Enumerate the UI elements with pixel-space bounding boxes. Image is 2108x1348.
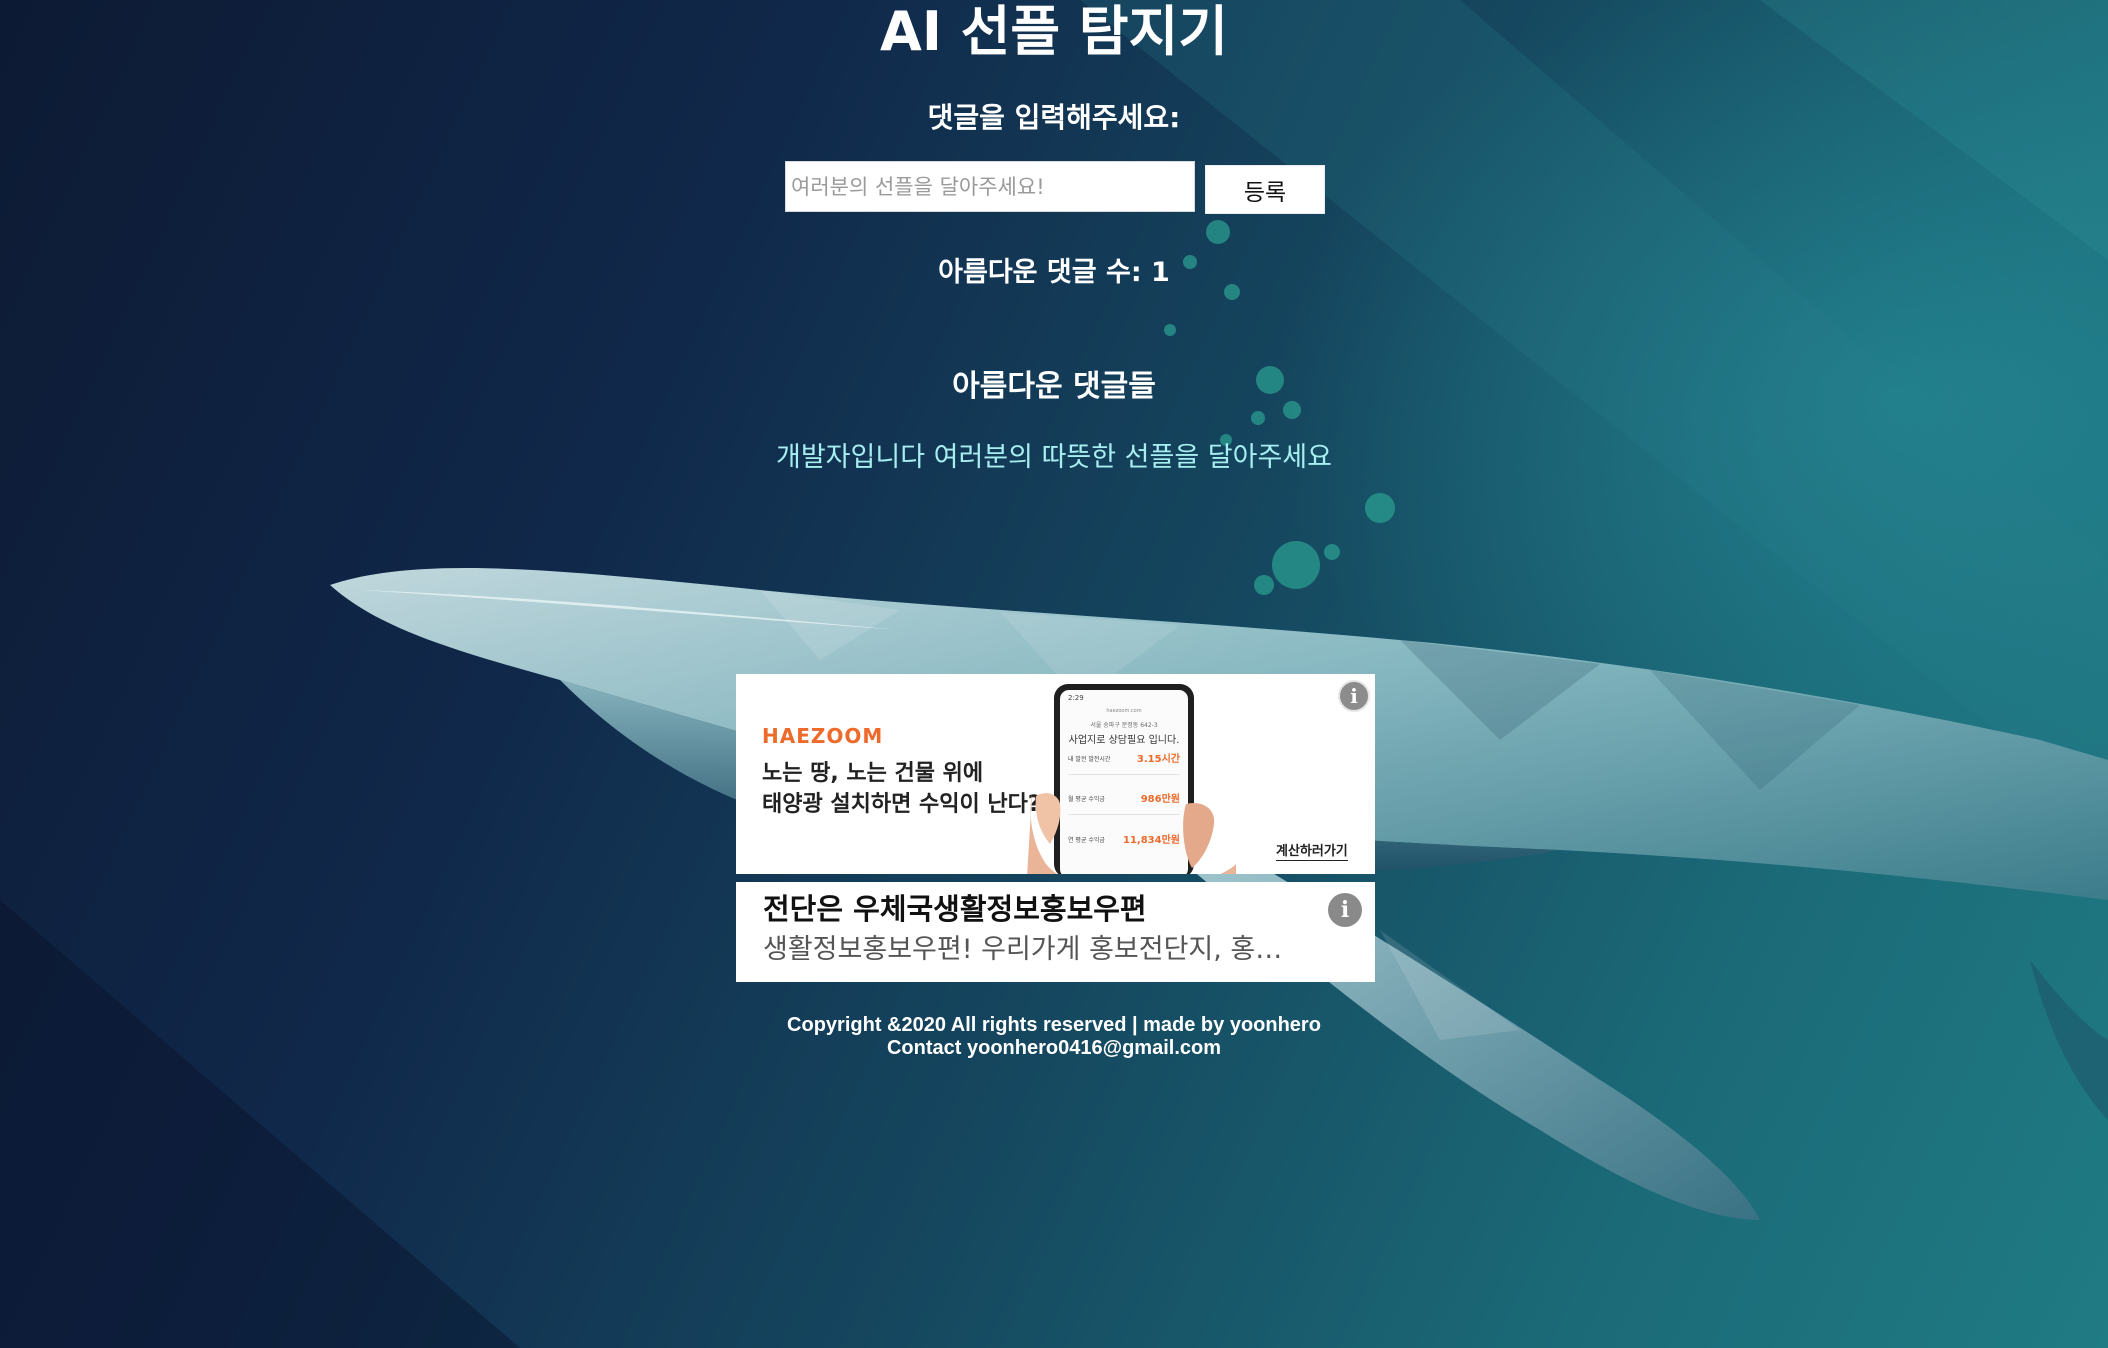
phone-url: haezoom.com (1106, 708, 1142, 714)
phone-time: 2:29 (1068, 694, 1084, 702)
page-content: AI 선플 탐지기 댓글을 입력해주세요: 등록 아름다운 댓글 수: 1 아름… (0, 0, 2108, 1348)
ad-cta-link[interactable]: 계산하러가기 (1276, 840, 1348, 861)
footer: Copyright &2020 All rights reserved | ma… (0, 1014, 2108, 1060)
footer-copyright: Copyright &2020 All rights reserved | ma… (787, 1014, 1321, 1036)
phone-row-value: 3.15시간 (1136, 754, 1180, 765)
comment-item: 개발자입니다 여러분의 따뜻한 선플을 달아주세요 (776, 442, 1332, 473)
footer-contact: Contact yoonhero0416@gmail.com (886, 1037, 1222, 1059)
hand-illustration (1027, 793, 1236, 874)
comment-prompt-label: 댓글을 입력해주세요: (927, 101, 1181, 134)
ad-headline-line-1: 노는 땅, 노는 건물 위에 (762, 761, 984, 786)
submit-button[interactable]: 등록 (1205, 165, 1325, 214)
ad-title: 전단은 우체국생활정보홍보우편 (763, 892, 1147, 926)
phone-consult-text: 사업지로 상담필요 입니다. (1068, 735, 1180, 746)
beautiful-comment-count: 아름다운 댓글 수: 1 (938, 257, 1170, 288)
ad-info-icon[interactable]: i (1328, 893, 1362, 927)
ad-brand-logo: HAEZOOM (762, 724, 884, 748)
ad-description: 생활정보홍보우편! 우리가게 홍보전단지, 홍보물 발송 (763, 934, 1303, 965)
haezoom-banner-ad[interactable]: HAEZOOM 노는 땅, 노는 건물 위에 태양광 설치하면 수익이 난다? … (736, 674, 1375, 874)
phone-address: 서울 송파구 문정동 642-3 (1090, 722, 1158, 729)
comment-input[interactable] (785, 161, 1195, 212)
comments-heading: 아름다운 댓글들 (952, 369, 1156, 404)
phone-row-label: 내 발전 발전시간 (1068, 756, 1111, 763)
ad-info-icon[interactable]: i (1338, 680, 1370, 712)
ad-headline-line-2: 태양광 설치하면 수익이 난다? (762, 792, 1041, 817)
page-title: AI 선플 탐지기 (880, 0, 1228, 63)
ad-headline: 노는 땅, 노는 건물 위에 태양광 설치하면 수익이 난다? (762, 758, 1062, 820)
post-office-text-ad[interactable]: 전단은 우체국생활정보홍보우편 생활정보홍보우편! 우리가게 홍보전단지, 홍보… (736, 882, 1375, 982)
